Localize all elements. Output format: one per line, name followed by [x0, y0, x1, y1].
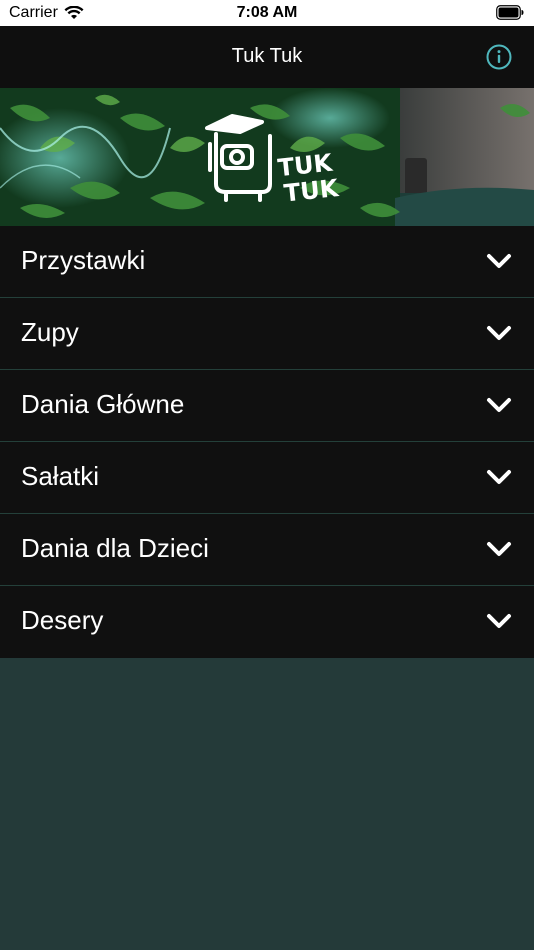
info-button[interactable]	[486, 44, 512, 70]
menu-item-dania-glowne[interactable]: Dania Główne	[0, 370, 534, 442]
banner-image: TUK TUK	[0, 88, 534, 226]
menu-item-salatki[interactable]: Sałatki	[0, 442, 534, 514]
battery-icon	[496, 5, 524, 20]
menu-item-label: Zupy	[21, 317, 79, 347]
menu-category-list: Przystawki Zupy Dania Główne Sałatki Dan…	[0, 226, 534, 658]
chevron-down-icon	[487, 542, 511, 556]
menu-item-przystawki[interactable]: Przystawki	[0, 226, 534, 298]
header-banner: TUK TUK	[0, 88, 534, 226]
navigation-bar: Tuk Tuk	[0, 26, 534, 88]
menu-item-label: Sałatki	[21, 461, 100, 491]
menu-item-desery[interactable]: Desery	[0, 586, 534, 658]
chevron-down-icon	[487, 614, 511, 628]
chevron-down-icon	[487, 470, 511, 484]
info-icon	[486, 44, 512, 70]
chevron-down-icon	[487, 398, 511, 412]
menu-item-label: Dania dla Dzieci	[21, 533, 209, 563]
status-bar: Carrier 7:08 AM	[0, 0, 534, 26]
menu-item-label: Przystawki	[21, 245, 146, 275]
menu-item-zupy[interactable]: Zupy	[0, 298, 534, 370]
chevron-down-icon	[487, 254, 511, 268]
logo-text-line-2: TUK	[283, 174, 341, 208]
menu-item-dania-dla-dzieci[interactable]: Dania dla Dzieci	[0, 514, 534, 586]
nav-title: Tuk Tuk	[231, 45, 303, 67]
menu-item-label: Dania Główne	[21, 389, 185, 419]
chevron-down-icon	[487, 326, 511, 340]
menu-item-label: Desery	[21, 605, 104, 635]
status-time: 7:08 AM	[236, 4, 298, 21]
